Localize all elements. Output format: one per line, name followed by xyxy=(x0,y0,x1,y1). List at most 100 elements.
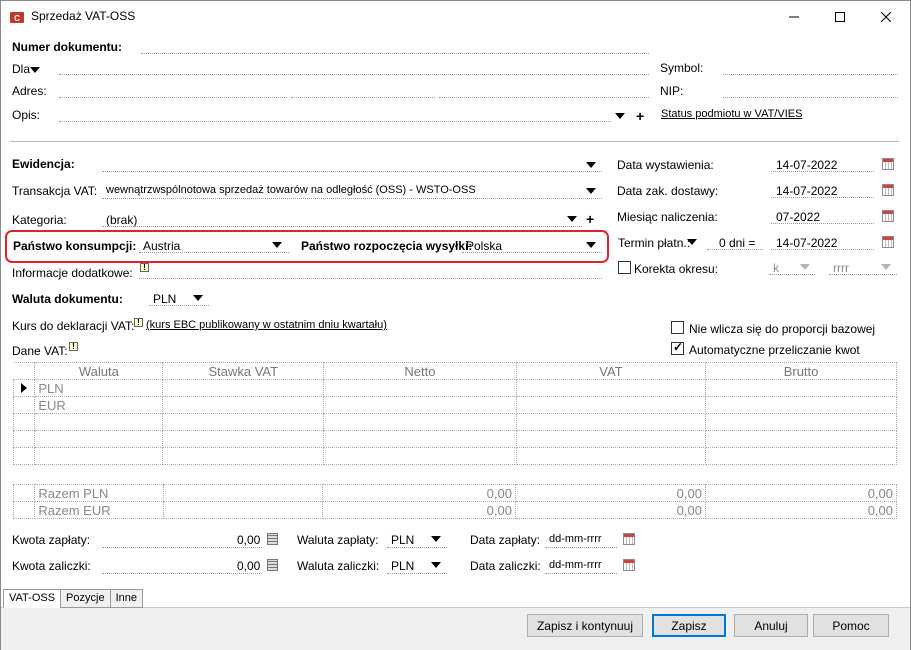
column-header-brutto[interactable]: Brutto xyxy=(705,362,897,380)
tab-vat-oss[interactable]: VAT-OSS xyxy=(3,589,62,608)
kategoria-dropdown-icon[interactable] xyxy=(567,216,577,222)
minimize-button[interactable] xyxy=(771,1,817,32)
brutto-cell[interactable] xyxy=(705,379,897,397)
calendar-icon[interactable] xyxy=(882,184,894,196)
informacje-input[interactable] xyxy=(139,278,602,279)
brutto-cell[interactable] xyxy=(705,413,897,431)
netto-cell[interactable] xyxy=(323,413,517,431)
waluta-cell[interactable] xyxy=(34,447,164,465)
tab-inne[interactable]: Inne xyxy=(109,589,143,608)
adres-input-2[interactable] xyxy=(291,97,435,98)
panstwo-wysylki-value[interactable]: Polska xyxy=(466,239,502,253)
dla-dropdown-icon[interactable] xyxy=(30,67,40,73)
kwota-zaplaty-value[interactable]: 0,00 xyxy=(237,533,260,547)
maximize-button[interactable] xyxy=(817,1,863,32)
korekta-rrrr-value[interactable]: rrrr xyxy=(833,261,849,275)
table-row[interactable] xyxy=(12,413,897,431)
dane-vat-note-icon[interactable]: ! xyxy=(69,342,78,351)
kategoria-value[interactable]: (brak) xyxy=(106,213,137,227)
table-row[interactable] xyxy=(12,430,897,448)
panstwo-konsumpcji-dropdown-icon[interactable] xyxy=(272,242,282,248)
korekta-k-dropdown-icon[interactable] xyxy=(800,264,810,270)
stawka-cell[interactable] xyxy=(162,413,325,431)
waluta-zaliczki-dropdown-icon[interactable] xyxy=(431,562,441,568)
calendar-icon[interactable] xyxy=(623,559,635,571)
kurs-ebc-link[interactable]: (kurs EBC publikowany w ostatnim dniu kw… xyxy=(146,319,387,331)
status-vies-link[interactable]: Status podmiotu w VAT/VIES xyxy=(661,108,802,120)
korekta-k-value[interactable]: k xyxy=(773,261,779,275)
stawka-cell[interactable] xyxy=(162,447,325,465)
save-and-continue-button[interactable]: Zapisz i kontynuuj xyxy=(527,614,643,637)
column-header-netto[interactable]: Netto xyxy=(323,362,517,380)
table-row[interactable] xyxy=(12,447,897,465)
table-row[interactable]: EUR xyxy=(12,396,897,414)
data-dostawy-value[interactable]: 14-07-2022 xyxy=(776,184,837,198)
netto-cell[interactable] xyxy=(323,379,517,397)
data-wystawienia-value[interactable]: 14-07-2022 xyxy=(776,158,837,172)
help-button[interactable]: Pomoc xyxy=(813,614,889,637)
calculator-icon[interactable] xyxy=(267,533,278,545)
korekta-rrrr-dropdown-icon[interactable] xyxy=(881,264,891,270)
vat-cell[interactable] xyxy=(515,379,707,397)
adres-input-1[interactable] xyxy=(59,97,287,98)
netto-cell[interactable] xyxy=(323,396,517,414)
column-header-waluta[interactable]: Waluta xyxy=(34,362,164,380)
ewidencja-dropdown-icon[interactable] xyxy=(586,162,596,168)
nie-wlicza-checkbox[interactable] xyxy=(671,321,684,334)
netto-cell[interactable] xyxy=(323,447,517,465)
waluta-cell[interactable] xyxy=(34,430,164,448)
calendar-icon[interactable] xyxy=(882,210,894,222)
nip-input[interactable] xyxy=(723,97,898,98)
waluta-cell[interactable] xyxy=(34,413,164,431)
automatyczne-checkbox[interactable] xyxy=(671,340,684,355)
vat-cell[interactable] xyxy=(515,413,707,431)
termin-dropdown-icon[interactable] xyxy=(687,239,697,245)
waluta-dokumentu-dropdown-icon[interactable] xyxy=(193,295,203,301)
stawka-cell[interactable] xyxy=(162,396,325,414)
opis-dropdown-icon[interactable] xyxy=(615,113,625,119)
kurs-note-icon[interactable]: ! xyxy=(134,318,143,327)
data-zaliczki-value[interactable]: dd-mm-rrrr xyxy=(549,559,602,571)
symbol-input[interactable] xyxy=(723,74,898,75)
cancel-button[interactable]: Anuluj xyxy=(734,614,808,637)
stawka-cell[interactable] xyxy=(162,430,325,448)
table-row[interactable]: PLN xyxy=(12,379,897,397)
data-zaplaty-value[interactable]: dd-mm-rrrr xyxy=(549,533,602,545)
opis-add-icon[interactable]: + xyxy=(636,109,644,123)
waluta-zaliczki-value[interactable]: PLN xyxy=(391,559,414,573)
termin-days[interactable]: 0 dni = xyxy=(719,236,755,250)
tab-pozycje[interactable]: Pozycje xyxy=(60,589,111,608)
close-button[interactable] xyxy=(863,1,909,32)
brutto-cell[interactable] xyxy=(705,396,897,414)
dla-input[interactable] xyxy=(59,74,649,75)
miesiac-value[interactable]: 07-2022 xyxy=(776,210,820,224)
transakcja-dropdown-icon[interactable] xyxy=(586,188,596,194)
calendar-icon[interactable] xyxy=(623,533,635,545)
korekta-checkbox[interactable] xyxy=(618,261,631,274)
brutto-cell[interactable] xyxy=(705,447,897,465)
brutto-cell[interactable] xyxy=(705,430,897,448)
calendar-icon[interactable] xyxy=(882,158,894,170)
termin-value[interactable]: 14-07-2022 xyxy=(776,236,837,250)
waluta-cell[interactable]: PLN xyxy=(34,379,164,397)
waluta-cell[interactable]: EUR xyxy=(34,396,164,414)
numer-dokumentu-input[interactable] xyxy=(141,53,649,54)
stawka-cell[interactable] xyxy=(162,379,325,397)
vat-cell[interactable] xyxy=(515,447,707,465)
kwota-zaliczki-value[interactable]: 0,00 xyxy=(237,559,260,573)
ewidencja-select[interactable] xyxy=(102,171,602,172)
panstwo-konsumpcji-value[interactable]: Austria xyxy=(143,239,180,253)
waluta-dokumentu-value[interactable]: PLN xyxy=(153,292,176,306)
column-header-vat[interactable]: VAT xyxy=(515,362,707,380)
vat-cell[interactable] xyxy=(515,396,707,414)
adres-input-3[interactable] xyxy=(439,97,649,98)
kategoria-add-icon[interactable]: + xyxy=(586,212,594,226)
vat-cell[interactable] xyxy=(515,430,707,448)
calendar-icon[interactable] xyxy=(882,236,894,248)
save-button[interactable]: Zapisz xyxy=(652,614,726,637)
waluta-zaplaty-value[interactable]: PLN xyxy=(391,533,414,547)
calculator-icon[interactable] xyxy=(267,559,278,571)
opis-input[interactable] xyxy=(59,121,611,122)
panstwo-wysylki-dropdown-icon[interactable] xyxy=(586,242,596,248)
waluta-zaplaty-dropdown-icon[interactable] xyxy=(431,536,441,542)
